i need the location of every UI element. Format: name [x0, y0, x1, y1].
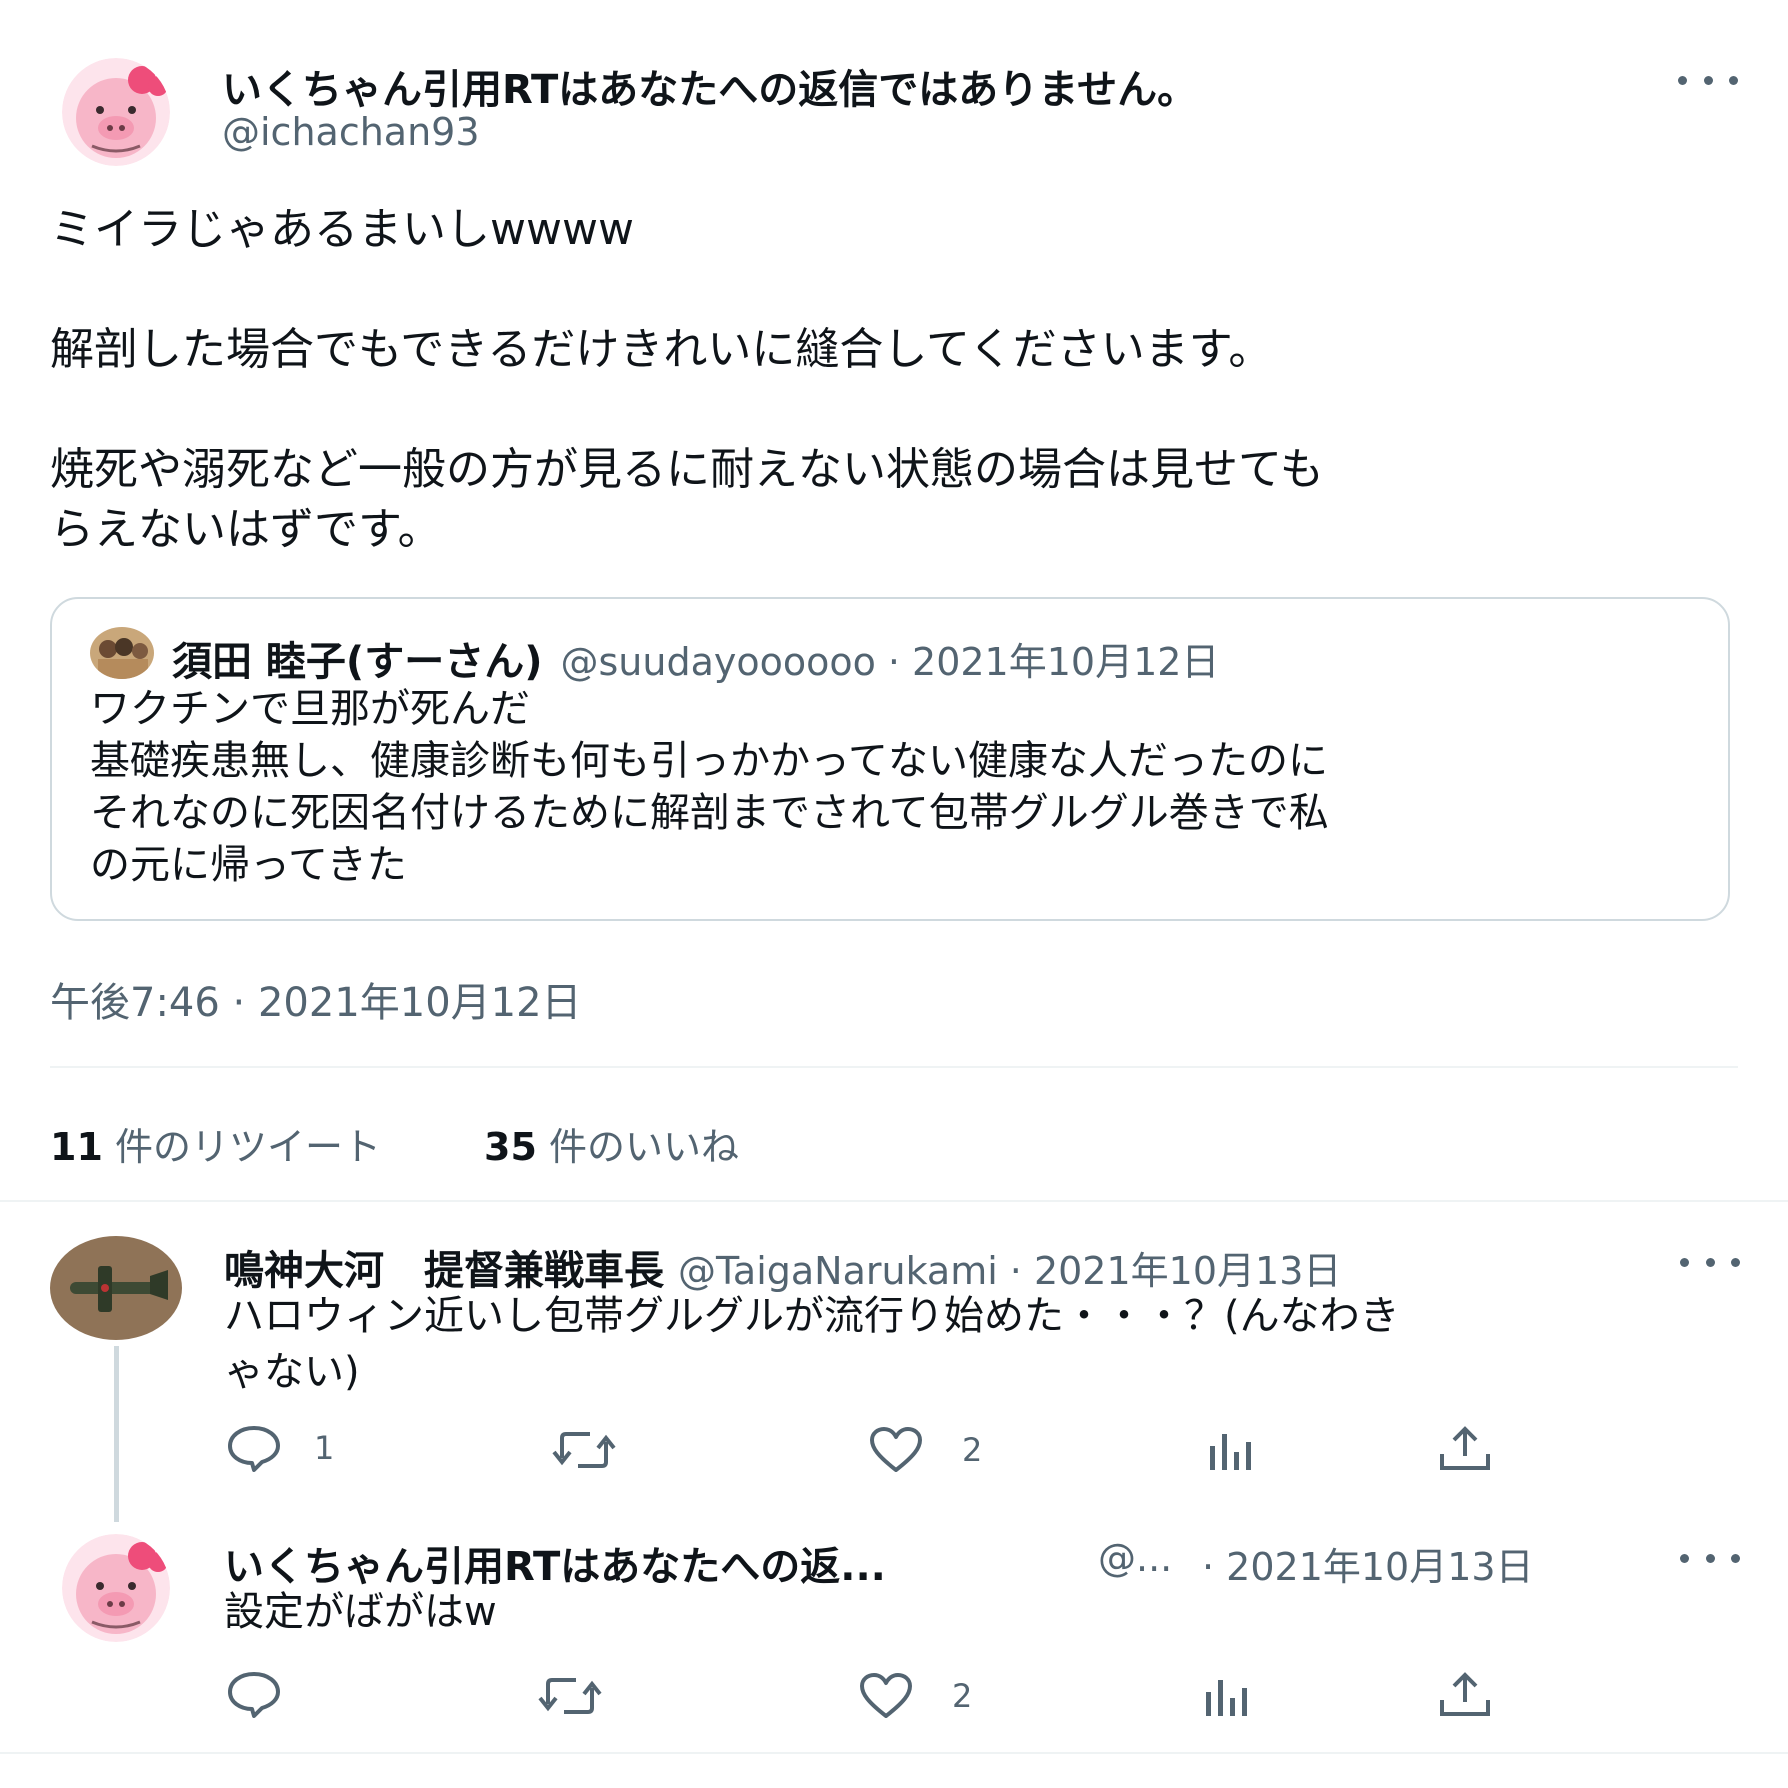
comment-icon: [228, 1672, 280, 1718]
reply-date[interactable]: · 2021年10月13日: [1010, 1240, 1342, 1295]
analytics-icon: [1210, 1434, 1251, 1470]
divider: [0, 1752, 1788, 1754]
share-button[interactable]: [1438, 1424, 1492, 1472]
thread-connector: [114, 1346, 119, 1522]
retweet-icon: [552, 1432, 616, 1468]
author-name[interactable]: いくちゃん引用RTはあなたへの返信ではありません。: [222, 57, 1197, 115]
heart-icon: [860, 1673, 912, 1718]
author-handle[interactable]: @ichachan93: [222, 110, 480, 154]
share-button[interactable]: [1438, 1670, 1492, 1718]
retweets-count: 11: [50, 1125, 103, 1169]
heart-icon: [870, 1427, 922, 1472]
retweets-stat[interactable]: 11 件のリツイート: [50, 1116, 381, 1171]
retweet-button[interactable]: [552, 1428, 616, 1472]
comment-icon: [228, 1426, 280, 1472]
reply-text: ハロウィン近いし包帯グルグルが流行り始めた・・・？(んなわき ゃない): [224, 1293, 1400, 1395]
divider: [50, 1066, 1738, 1068]
retweets-label: 件のリツイート: [114, 1125, 381, 1169]
author-avatar[interactable]: [62, 58, 170, 166]
reply-author-avatar[interactable]: [50, 1236, 182, 1340]
share-icon: [1440, 1672, 1490, 1716]
reply-author-handle[interactable]: @...: [1098, 1536, 1172, 1580]
share-icon: [1440, 1426, 1490, 1470]
more-options-icon[interactable]: [1680, 1252, 1740, 1272]
reply-button[interactable]: [226, 1670, 282, 1718]
reply-author-handle[interactable]: @TaigaNarukami: [678, 1249, 998, 1293]
tweet-timestamp[interactable]: 午後7:46 · 2021年10月12日: [50, 970, 582, 1028]
reply-button[interactable]: 1: [226, 1424, 334, 1472]
quoted-text: ワクチンで旦那が死んだ 基礎疾患無し、健康診断も何も引っかかってない健康な人だっ…: [90, 686, 1329, 888]
analytics-icon: [1206, 1680, 1247, 1716]
pig-avatar-icon: [62, 1534, 170, 1642]
reply-date[interactable]: · 2021年10月13日: [1202, 1536, 1534, 1591]
quoted-author-name: 須田 睦子(すーさん): [172, 639, 543, 685]
family-photo-icon: [90, 627, 154, 679]
like-count: 2: [962, 1431, 983, 1469]
retweet-icon: [538, 1678, 602, 1714]
analytics-button[interactable]: [1202, 1674, 1252, 1718]
quoted-tweet[interactable]: 須田 睦子(すーさん) @suudayoooooo · 2021年10月12日 …: [50, 597, 1730, 921]
quoted-date: · 2021年10月12日: [887, 640, 1220, 684]
likes-label: 件のいいね: [548, 1125, 739, 1169]
tweet-text: ミイラじゃあるまいしwwww 解剖した場合でもできるだけきれいに縫合してください…: [50, 204, 1324, 555]
likes-count: 35: [484, 1125, 537, 1169]
retweet-button[interactable]: [538, 1674, 602, 1718]
quoted-author-handle: @suudayoooooo: [560, 640, 876, 684]
quoted-author-avatar: [90, 627, 154, 679]
likes-stat[interactable]: 35 件のいいね: [484, 1116, 739, 1171]
like-button[interactable]: 2: [868, 1426, 982, 1474]
more-options-icon[interactable]: [1678, 70, 1738, 90]
reply-author-avatar[interactable]: [62, 1534, 170, 1642]
analytics-button[interactable]: [1206, 1428, 1256, 1472]
reply-count: 1: [314, 1429, 335, 1467]
airplane-model-icon: [50, 1236, 182, 1340]
divider: [0, 1200, 1788, 1202]
pig-avatar-icon: [62, 58, 170, 166]
more-options-icon[interactable]: [1680, 1548, 1740, 1568]
like-button[interactable]: 2: [858, 1672, 972, 1720]
reply-text: 設定がばがはw: [224, 1589, 497, 1635]
like-count: 2: [952, 1677, 973, 1715]
